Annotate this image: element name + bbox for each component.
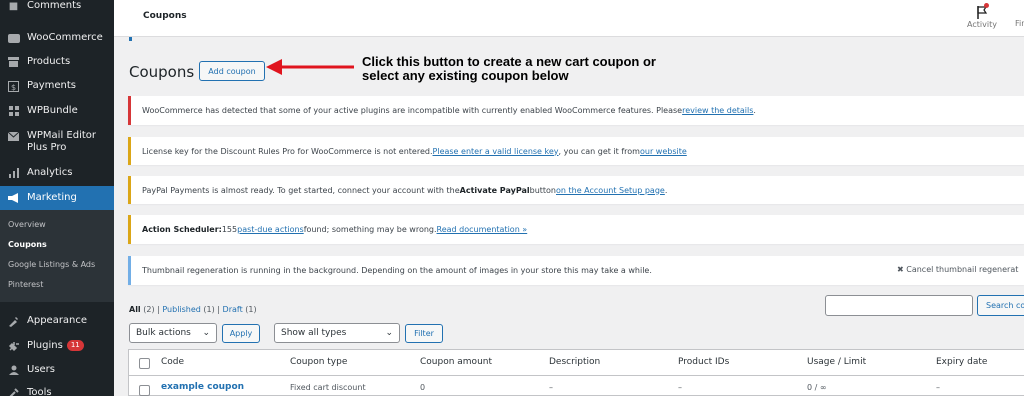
search-coupons-button[interactable]: Search co xyxy=(977,295,1024,316)
column-product-ids: Product IDs xyxy=(678,357,730,367)
table-header: Code Coupon type Coupon amount Descripti… xyxy=(129,350,1024,376)
notice-paypal: PayPal Payments is almost ready. To get … xyxy=(128,176,1024,204)
account-setup-link[interactable]: on the Account Setup page xyxy=(556,186,665,195)
appearance-icon xyxy=(7,315,20,327)
sidebar-item-tools[interactable]: Tools xyxy=(0,387,114,396)
column-coupon-amount: Coupon amount xyxy=(420,357,493,367)
notice-license-key: License key for the Discount Rules Pro f… xyxy=(128,137,1024,165)
cell-expiry-date: – xyxy=(936,383,940,392)
bulk-actions-select[interactable]: Bulk actions ⌄ xyxy=(129,323,217,343)
sidebar-item-analytics[interactable]: Analytics xyxy=(0,167,114,179)
row-checkbox[interactable] xyxy=(139,385,150,396)
activity-button[interactable]: Activity xyxy=(965,2,999,29)
sidebar-item-wpbundle[interactable]: WPBundle xyxy=(0,105,114,117)
chevron-down-icon: ⌄ xyxy=(202,328,210,338)
sidebar-item-woocommerce[interactable]: WooCommerce xyxy=(0,32,114,44)
cell-product-ids: – xyxy=(678,383,682,392)
sidebar-item-marketing[interactable]: Marketing xyxy=(0,186,114,210)
notice-action-scheduler: Action Scheduler: 155 past-due actions f… xyxy=(128,215,1024,244)
submenu-coupons[interactable]: Coupons xyxy=(8,240,47,249)
sidebar-item-appearance[interactable]: Appearance xyxy=(0,315,114,327)
coupon-code-link[interactable]: example coupon xyxy=(161,382,244,392)
sidebar-item-payments[interactable]: $ Payments xyxy=(0,80,114,92)
select-all-checkbox[interactable] xyxy=(139,358,150,369)
plugins-update-badge: 11 xyxy=(66,340,84,351)
column-code: Code xyxy=(161,357,185,367)
filter-published[interactable]: Published xyxy=(162,305,201,314)
sidebar-item-plugins[interactable]: Plugins 11 xyxy=(0,340,114,352)
tools-icon xyxy=(7,387,20,396)
search-coupons-input[interactable] xyxy=(825,295,973,316)
marketing-submenu: Overview Coupons Google Listings & Ads P… xyxy=(0,210,114,302)
payments-icon: $ xyxy=(7,80,20,92)
activity-label: Activity xyxy=(967,20,997,29)
comments-icon: ■ xyxy=(8,0,19,12)
header-title: Coupons xyxy=(143,11,187,21)
sidebar-item-comments[interactable]: ■ Comments xyxy=(0,0,114,12)
page-title: Coupons xyxy=(129,63,195,81)
cell-usage-limit: 0 / ∞ xyxy=(807,383,827,392)
filter-button[interactable]: Filter xyxy=(405,324,443,343)
filter-draft[interactable]: Draft xyxy=(223,305,243,314)
users-icon xyxy=(7,364,20,376)
column-expiry-date: Expiry date xyxy=(936,357,988,367)
chevron-down-icon: ⌄ xyxy=(385,328,393,338)
coupon-type-select[interactable]: Show all types ⌄ xyxy=(274,323,400,343)
submenu-pinterest[interactable]: Pinterest xyxy=(8,280,43,289)
column-description: Description xyxy=(549,357,601,367)
accent-notch xyxy=(129,37,132,41)
column-coupon-type: Coupon type xyxy=(290,357,348,367)
sidebar-item-wpmail[interactable]: WPMail Editor Plus Pro xyxy=(0,130,114,154)
flag-icon xyxy=(965,2,999,20)
review-details-link[interactable]: review the details xyxy=(682,106,753,115)
megaphone-icon xyxy=(7,192,20,204)
svg-text:$: $ xyxy=(11,83,16,92)
past-due-actions-link[interactable]: past-due actions xyxy=(237,225,304,234)
read-documentation-link[interactable]: Read documentation » xyxy=(437,225,528,234)
cancel-regeneration-link[interactable]: ✖ Cancel thumbnail regenerat xyxy=(897,265,1018,274)
submenu-google-listings[interactable]: Google Listings & Ads xyxy=(8,260,95,269)
apply-button[interactable]: Apply xyxy=(222,324,260,343)
woocommerce-icon xyxy=(7,32,20,44)
cell-coupon-amount: 0 xyxy=(420,383,426,392)
annotation-callout: Click this button to create a new cart c… xyxy=(362,54,656,83)
callout-arrow-icon xyxy=(266,59,354,75)
add-coupon-button[interactable]: Add coupon xyxy=(199,61,265,81)
sidebar-item-users[interactable]: Users xyxy=(0,364,114,376)
cell-coupon-type: Fixed cart discount xyxy=(290,383,366,392)
top-header: Coupons Activity Fin xyxy=(114,0,1024,37)
notice-thumbnail-regeneration: Thumbnail regeneration is running in the… xyxy=(128,256,1024,285)
column-usage-limit: Usage / Limit xyxy=(807,357,867,367)
coupons-table: Code Coupon type Coupon amount Descripti… xyxy=(128,349,1024,396)
plugins-icon xyxy=(7,340,20,352)
submenu-overview[interactable]: Overview xyxy=(8,220,46,229)
cell-description: – xyxy=(549,383,553,392)
admin-sidebar: ■ Comments WooCommerce Products $ Paymen… xyxy=(0,0,114,396)
sidebar-item-products[interactable]: Products xyxy=(0,56,114,68)
close-circle-icon: ✖ xyxy=(897,265,904,274)
enter-license-link[interactable]: Please enter a valid license key xyxy=(433,147,559,156)
our-website-link[interactable]: our website xyxy=(640,147,687,156)
mail-icon xyxy=(7,130,20,142)
products-icon xyxy=(7,56,20,68)
status-filter-links: All (2) | Published (1) | Draft (1) xyxy=(129,305,257,314)
analytics-icon xyxy=(7,167,20,179)
notice-incompatible-plugins: WooCommerce has detected that some of yo… xyxy=(128,96,1024,125)
filter-all[interactable]: All xyxy=(129,305,141,314)
wpbundle-icon xyxy=(7,105,20,117)
finish-setup-label[interactable]: Fin xyxy=(1015,19,1024,28)
activity-notification-dot xyxy=(984,3,989,8)
